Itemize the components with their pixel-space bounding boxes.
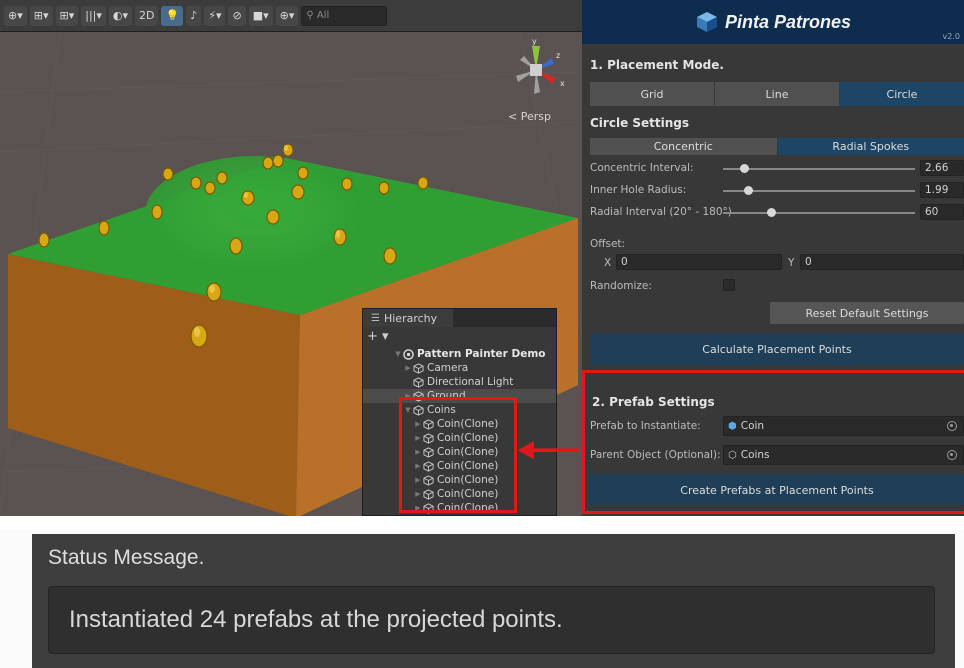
concentric-button[interactable]: Concentric bbox=[590, 138, 777, 155]
toolbar-button[interactable]: ⊞▾ bbox=[29, 5, 53, 26]
inner-hole-radius-field[interactable]: 1.99 bbox=[920, 182, 964, 198]
toolbar-button[interactable]: ■▾ bbox=[248, 5, 273, 26]
svg-text:z: z bbox=[556, 51, 560, 60]
toolbar-button[interactable]: ⊕▾ bbox=[4, 5, 27, 26]
inner-hole-radius-handle[interactable] bbox=[743, 186, 753, 195]
coin bbox=[241, 190, 255, 206]
orientation-gizmo-icon[interactable]: y z x bbox=[496, 36, 576, 106]
toolbar-button[interactable]: ◐▾ bbox=[108, 5, 133, 26]
coin bbox=[206, 282, 222, 302]
coin bbox=[383, 247, 397, 265]
coins-highlight-box bbox=[399, 397, 517, 513]
concentric-interval-label: Concentric Interval: bbox=[590, 162, 694, 174]
mode-line-button[interactable]: Line bbox=[714, 82, 839, 106]
toolbar-button[interactable]: ⚡▾ bbox=[204, 5, 226, 26]
offset-x-field[interactable]: 0 bbox=[616, 254, 782, 270]
add-object-button[interactable]: + ▾ bbox=[367, 329, 389, 344]
coin bbox=[151, 204, 163, 220]
hierarchy-tab-label: Hierarchy bbox=[383, 311, 438, 325]
mode-grid-button[interactable]: Grid bbox=[590, 82, 714, 106]
coin bbox=[204, 181, 216, 195]
concentric-interval-slider[interactable] bbox=[723, 168, 915, 170]
coin bbox=[378, 181, 390, 195]
cube-logo-icon bbox=[696, 12, 717, 32]
mode-circle-button[interactable]: Circle bbox=[839, 82, 964, 106]
radial-spokes-button[interactable]: Radial Spokes bbox=[776, 138, 964, 155]
hierarchy-item-label: Directional Light bbox=[427, 376, 514, 388]
offset-y-field[interactable]: 0 bbox=[800, 254, 964, 270]
coin bbox=[341, 177, 353, 191]
offset-x-label: X bbox=[604, 257, 612, 269]
placement-mode-selector: Grid Line Circle bbox=[590, 82, 964, 106]
expand-arrow-icon[interactable]: ▶ bbox=[403, 364, 413, 372]
radial-interval-field[interactable]: 60 bbox=[920, 204, 964, 220]
hierarchy-item-label: Pattern Painter Demo bbox=[417, 348, 546, 360]
radial-interval-slider[interactable] bbox=[723, 212, 915, 214]
toolbar-button[interactable]: |||▾ bbox=[81, 5, 106, 26]
gameobject-icon bbox=[413, 362, 424, 374]
coin bbox=[262, 156, 274, 170]
unity-scene-icon bbox=[403, 348, 414, 360]
coin bbox=[272, 154, 284, 168]
concentric-interval-handle[interactable] bbox=[740, 164, 750, 173]
concentric-interval-field[interactable]: 2.66 bbox=[920, 160, 964, 176]
hierarchy-item[interactable]: Directional Light bbox=[363, 375, 556, 389]
coin bbox=[190, 176, 202, 190]
panel-header: Pinta Patrones bbox=[582, 0, 964, 44]
toolbar-button[interactable]: ⊘ bbox=[228, 5, 246, 26]
arrow-icon bbox=[517, 441, 579, 460]
hierarchy-scene-root[interactable]: ▼ Pattern Painter Demo bbox=[363, 347, 556, 361]
panel-title: Pinta Patrones bbox=[724, 11, 852, 32]
hierarchy-item[interactable]: ▶ Camera bbox=[363, 361, 556, 375]
scene-toolbar: ⊕▾ ⊞▾ ⊞▾ |||▾ ◐▾ 2D 💡 ♪ ⚡▾ ⊘ ■▾ ⊕▾ ⚲ All bbox=[0, 0, 582, 32]
prefab-settings-highlight-box bbox=[582, 370, 964, 514]
status-title: Status Message. bbox=[48, 546, 205, 569]
toolbar-button[interactable]: ⊞▾ bbox=[55, 5, 79, 26]
radial-interval-handle[interactable] bbox=[767, 208, 776, 217]
toolbar-button[interactable]: 💡 bbox=[161, 5, 184, 26]
version-label: v2.0 bbox=[942, 32, 960, 41]
expand-arrow-icon[interactable]: ▼ bbox=[393, 350, 403, 358]
randomize-checkbox[interactable] bbox=[723, 279, 735, 291]
coin bbox=[38, 232, 50, 248]
coin bbox=[282, 143, 294, 157]
coin bbox=[162, 167, 174, 181]
calculate-placement-points-button[interactable]: Calculate Placement Points bbox=[590, 333, 964, 365]
radial-interval-label: Radial Interval (20° - 180°) bbox=[590, 206, 732, 218]
coin bbox=[98, 220, 110, 236]
coin bbox=[417, 176, 429, 190]
pinta-patrones-panel: Pinta Patrones v2.0 1. Placement Mode. G… bbox=[582, 0, 964, 516]
placement-mode-label: 1. Placement Mode. bbox=[590, 58, 724, 72]
coin bbox=[229, 237, 243, 255]
coin bbox=[297, 166, 309, 180]
coin bbox=[333, 228, 347, 246]
gameobject-icon bbox=[413, 376, 424, 388]
scene-view[interactable]: ⊕▾⊞▾⊞▾|||▾◐▾2D💡♪⚡▾⊘■▾⊕▾⚲ All bbox=[0, 0, 582, 516]
toolbar-button[interactable]: 2D bbox=[135, 5, 159, 26]
coin bbox=[266, 209, 280, 225]
coin bbox=[291, 184, 305, 200]
randomize-label: Randomize: bbox=[590, 280, 652, 292]
toolbar-button[interactable]: ♪ bbox=[186, 5, 202, 26]
svg-text:y: y bbox=[532, 37, 537, 46]
status-message-box: Instantiated 24 prefabs at the projected… bbox=[48, 586, 935, 654]
list-icon: ☰ bbox=[371, 312, 380, 324]
offset-y-label: Y bbox=[788, 257, 795, 269]
circle-settings-label: Circle Settings bbox=[590, 116, 690, 130]
toolbar-button[interactable]: ⊕▾ bbox=[275, 5, 299, 26]
offset-label: Offset: bbox=[590, 238, 626, 250]
svg-text:x: x bbox=[560, 79, 565, 88]
reset-default-settings-button[interactable]: Reset Default Settings bbox=[770, 302, 964, 324]
perspective-label[interactable]: < Persp bbox=[508, 110, 551, 123]
circle-type-selector: Concentric Radial Spokes bbox=[590, 138, 964, 155]
hierarchy-item-label: Camera bbox=[427, 362, 469, 374]
scene-search-input[interactable]: ⚲ All bbox=[301, 5, 388, 26]
inner-hole-radius-label: Inner Hole Radius: bbox=[590, 184, 687, 196]
coin bbox=[216, 171, 228, 185]
tab-hierarchy[interactable]: ☰ Hierarchy bbox=[363, 309, 453, 327]
